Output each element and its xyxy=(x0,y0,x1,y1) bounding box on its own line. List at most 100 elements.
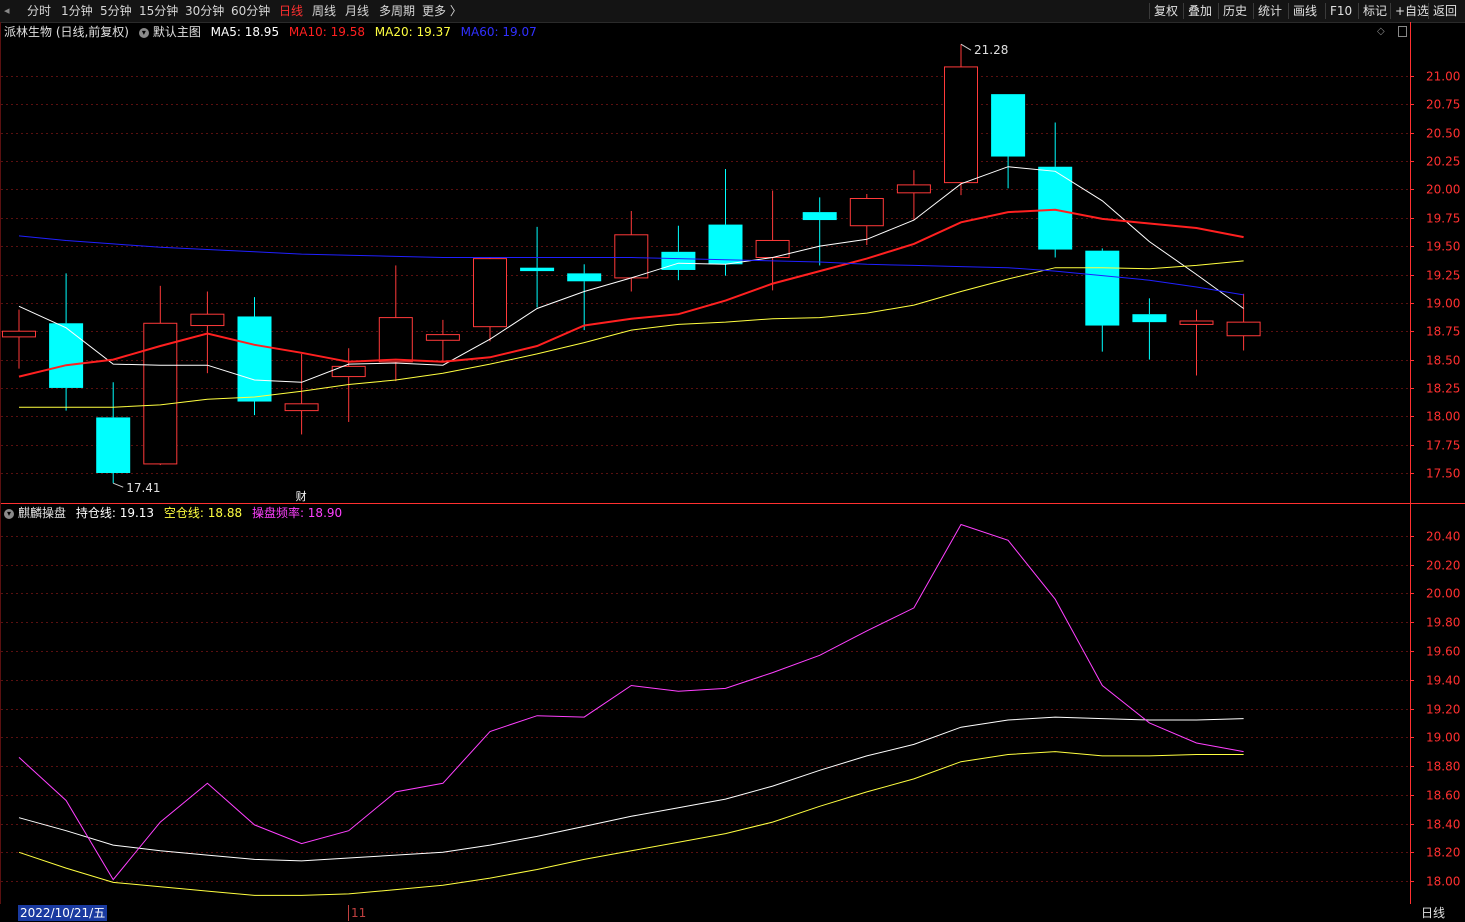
period-tab-5[interactable]: 60分钟 xyxy=(231,3,270,19)
indicator-tick-label: 18.40 xyxy=(1426,818,1460,832)
tool-separator xyxy=(1183,3,1184,19)
tool-button-7[interactable]: +自选 xyxy=(1395,3,1429,19)
period-tab-9[interactable]: 多周期 xyxy=(379,3,415,19)
candle-body-down xyxy=(1038,166,1073,250)
high-label: 21.28 xyxy=(974,43,1008,57)
tool-separator xyxy=(1390,3,1391,19)
collapse-arrow-icon[interactable]: ◂ xyxy=(4,4,16,18)
tool-separator xyxy=(1149,3,1150,19)
candle-body-up xyxy=(425,334,460,341)
high-marker-line xyxy=(960,43,972,51)
indicator-tick-label: 20.00 xyxy=(1426,587,1460,601)
hold-line xyxy=(18,716,1244,862)
candle-body-up xyxy=(755,239,790,258)
tool-button-1[interactable]: 叠加 xyxy=(1188,3,1212,19)
price-tick-label: 17.75 xyxy=(1426,439,1460,453)
diamond-icon[interactable]: ◇ xyxy=(1377,26,1385,37)
candle-body-down xyxy=(708,224,743,265)
candle-body-down xyxy=(661,251,696,270)
candle-body-up xyxy=(284,403,319,412)
period-tab-0[interactable]: 分时 xyxy=(27,3,51,19)
low-marker-line xyxy=(113,482,124,488)
period-tab-4[interactable]: 30分钟 xyxy=(185,3,224,19)
tool-button-3[interactable]: 统计 xyxy=(1258,3,1282,19)
candle-body-up xyxy=(378,317,413,363)
tool-button-0[interactable]: 复权 xyxy=(1154,3,1178,19)
tool-button-8[interactable]: 返回 xyxy=(1433,3,1457,19)
empty-line-label: 空仓线: 18.88 xyxy=(163,506,243,520)
indicator-tick-label: 20.40 xyxy=(1426,530,1460,544)
price-tick-label: 18.25 xyxy=(1426,382,1460,396)
period-tab-8[interactable]: 月线 xyxy=(345,3,369,19)
period-tab-6[interactable]: 日线 xyxy=(279,3,303,19)
ma10-label: MA10: 19.58 xyxy=(288,25,365,39)
indicator-tick-label: 19.00 xyxy=(1426,731,1460,745)
ma5-label: MA5: 18.95 xyxy=(210,25,280,39)
empty-line xyxy=(18,751,1244,896)
ma20-label: MA20: 19.37 xyxy=(374,25,451,39)
tool-separator xyxy=(1288,3,1289,19)
price-tick-label: 19.00 xyxy=(1426,297,1460,311)
candle-body-down xyxy=(96,417,131,473)
indicator-tick-label: 19.80 xyxy=(1426,616,1460,630)
indicator-name[interactable]: 麒麟操盘 xyxy=(18,506,66,520)
period-toolbar: ◂ 分时 1分钟 5分钟 15分钟 30分钟 60分钟 日线 周线 月线 多周期 更多 〉 复权 叠加… xyxy=(0,0,1465,23)
candle-body-down xyxy=(991,94,1026,157)
period-tab-7[interactable]: 周线 xyxy=(312,3,336,19)
candle-body-down xyxy=(567,273,602,282)
tool-button-6[interactable]: 标记 xyxy=(1363,3,1387,19)
candle-body-down xyxy=(49,323,84,388)
candle-body-up xyxy=(1179,320,1214,325)
cursor-date: 2022/10/21/五 xyxy=(18,905,108,921)
price-tick-label: 19.50 xyxy=(1426,240,1460,254)
price-tick-label: 21.00 xyxy=(1426,70,1460,84)
ma60-line xyxy=(18,235,1244,296)
finance-marker: 财 xyxy=(296,489,307,503)
indicator-tick-label: 19.60 xyxy=(1426,645,1460,659)
period-tab-3[interactable]: 15分钟 xyxy=(139,3,178,19)
ma20-line xyxy=(19,260,1244,408)
indicator-tick-label: 19.20 xyxy=(1426,703,1460,717)
tool-separator xyxy=(1358,3,1359,19)
indicator-tick-label: 18.60 xyxy=(1426,789,1460,803)
tool-button-5[interactable]: F10 xyxy=(1330,3,1352,19)
price-tick-label: 19.75 xyxy=(1426,212,1460,226)
hold-line-label: 持仓线: 19.13 xyxy=(75,506,155,520)
freq-line xyxy=(18,523,1244,881)
candle-body-down xyxy=(1085,250,1120,326)
indicator-menu-circle-icon[interactable]: ▾ xyxy=(4,508,14,519)
price-tick-label: 18.50 xyxy=(1426,354,1460,368)
freq-line-label: 操盘频率: 18.90 xyxy=(251,506,343,520)
indicator-tick-label: 19.40 xyxy=(1426,674,1460,688)
tool-separator xyxy=(1218,3,1219,19)
period-tab-1[interactable]: 1分钟 xyxy=(61,3,93,19)
candle-body-up xyxy=(143,322,178,465)
candle-body-up xyxy=(944,66,978,184)
settings-circle-icon[interactable]: ▾ xyxy=(138,27,149,38)
ma60-label: MA60: 19.07 xyxy=(460,25,537,39)
candle-body-down xyxy=(802,212,837,221)
indicator-tick-label: 20.20 xyxy=(1426,559,1460,573)
indicator-tick-label: 18.80 xyxy=(1426,760,1460,774)
tool-button-4[interactable]: 画线 xyxy=(1293,3,1317,19)
candle-body-up xyxy=(896,184,931,194)
kline-chart: 21.28 17.41 财 21.00 20.75 20.50 20.25 20.00 19.… xyxy=(0,22,1465,905)
template-name[interactable]: 默认主图 xyxy=(153,25,201,39)
candle-body-up xyxy=(190,313,225,327)
period-tab-2[interactable]: 5分钟 xyxy=(100,3,132,19)
candle-body-up xyxy=(1226,321,1261,337)
ma10-line xyxy=(18,208,1244,378)
price-tick-label: 20.75 xyxy=(1426,98,1460,112)
candle-body-up xyxy=(849,198,884,227)
price-tick-label: 20.00 xyxy=(1426,183,1460,197)
indicator-tick-label: 18.00 xyxy=(1426,875,1460,889)
period-indicator: 日线 xyxy=(1421,906,1446,920)
window-icon[interactable] xyxy=(1398,26,1407,37)
price-tick-label: 20.25 xyxy=(1426,155,1460,169)
low-label: 17.41 xyxy=(126,481,160,495)
price-tick-label: 18.75 xyxy=(1426,325,1460,339)
tool-button-2[interactable]: 历史 xyxy=(1223,3,1247,19)
period-tab-10[interactable]: 更多 〉 xyxy=(422,3,462,19)
candle-body-down xyxy=(237,316,272,402)
price-tick-label: 19.25 xyxy=(1426,269,1460,283)
